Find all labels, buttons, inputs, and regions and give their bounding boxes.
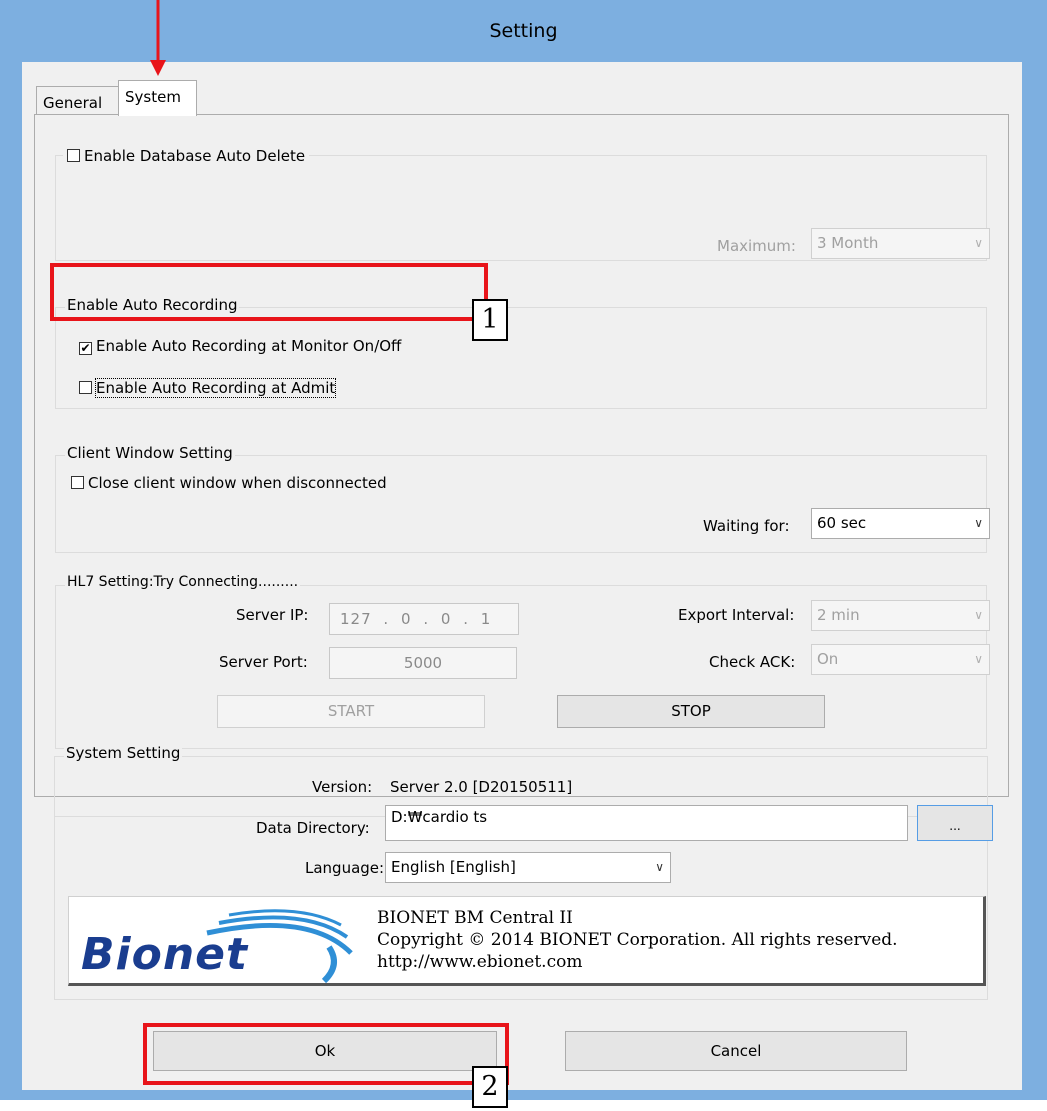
- server-ip-dot: .: [463, 610, 469, 628]
- annotation-box-1: [50, 263, 488, 321]
- database-auto-delete-header: Enable Database Auto Delete: [63, 147, 310, 165]
- chevron-down-icon: ∨: [655, 860, 664, 874]
- annotation-badge-1: 1: [472, 299, 508, 341]
- server-ip-part: 1: [480, 610, 492, 628]
- auto-recording-admit-label: Enable Auto Recording at Admit: [94, 378, 337, 398]
- close-client-window-checkbox[interactable]: [71, 476, 84, 489]
- annotation-arrow-icon: [150, 0, 166, 76]
- system-tab-panel: Enable Database Auto Delete Maximum: 3 M…: [34, 114, 1009, 817]
- waiting-for-label: Waiting for:: [703, 517, 790, 535]
- export-interval-value: 2 min: [817, 606, 860, 624]
- version-value: Server 2.0 [D20150511]: [390, 778, 573, 796]
- tab-system[interactable]: System: [118, 80, 197, 116]
- waiting-for-value: 60 sec: [817, 514, 867, 532]
- start-button[interactable]: START: [217, 695, 485, 728]
- data-directory-field[interactable]: D:₩cardio ts: [385, 805, 908, 841]
- data-directory-label: Data Directory:: [256, 819, 370, 837]
- server-ip-dot: .: [383, 610, 390, 628]
- auto-recording-monitor-label: Enable Auto Recording at Monitor On/Off: [96, 337, 402, 355]
- export-interval-label: Export Interval:: [678, 606, 795, 624]
- maximum-label: Maximum:: [717, 237, 796, 255]
- auto-recording-admit-checkbox[interactable]: [79, 381, 92, 394]
- server-ip-field[interactable]: 127 . 0 . 0 . 1: [329, 603, 519, 635]
- client-window-group-title: Client Window Setting: [65, 444, 235, 462]
- about-text-block: BIONET BM Central II Copyright © 2014 BI…: [377, 907, 898, 973]
- maximum-select[interactable]: 3 Month ∨: [811, 228, 990, 259]
- about-product: BIONET BM Central II: [377, 908, 573, 928]
- hl7-group-title: HL7 Setting:Try Connecting.........: [65, 574, 301, 590]
- server-ip-part: 0: [440, 610, 452, 628]
- auto-recording-monitor-option[interactable]: ✔ Enable Auto Recording at Monitor On/Off: [79, 337, 401, 355]
- check-ack-value: On: [817, 650, 839, 668]
- server-port-field[interactable]: 5000: [329, 647, 517, 679]
- chevron-down-icon: ∨: [974, 608, 983, 622]
- system-setting-group-title: System Setting: [64, 744, 183, 762]
- about-banner: Bionet BIONET BM Central II Copyright © …: [68, 896, 986, 986]
- server-ip-part: 127: [340, 610, 372, 628]
- chevron-down-icon: ∨: [974, 652, 983, 666]
- enable-database-auto-delete-checkbox[interactable]: [67, 149, 80, 162]
- setting-window: Setting General System Enable Database A…: [0, 0, 1047, 1100]
- data-directory-value: D:₩cardio ts: [391, 808, 488, 826]
- server-ip-dot: .: [423, 610, 430, 628]
- check-ack-select[interactable]: On ∨: [811, 644, 990, 675]
- bionet-logo-text: Bionet: [81, 929, 249, 980]
- server-ip-label: Server IP:: [236, 606, 309, 624]
- language-value: English [English]: [391, 858, 516, 876]
- stop-button[interactable]: STOP: [557, 695, 825, 728]
- enable-database-auto-delete-label: Enable Database Auto Delete: [84, 147, 306, 165]
- language-select[interactable]: English [English] ∨: [385, 852, 671, 883]
- tab-general[interactable]: General: [36, 86, 119, 116]
- maximum-value: 3 Month: [817, 234, 879, 252]
- language-label: Language:: [305, 859, 385, 877]
- server-port-label: Server Port:: [219, 653, 308, 671]
- auto-recording-admit-option[interactable]: Enable Auto Recording at Admit: [79, 378, 337, 398]
- waiting-for-select[interactable]: 60 sec ∨: [811, 508, 990, 539]
- server-port-value: 5000: [403, 654, 443, 672]
- browse-button[interactable]: ...: [917, 805, 993, 841]
- annotation-badge-2: 2: [472, 1066, 508, 1108]
- annotation-box-2: [143, 1023, 509, 1085]
- cancel-button[interactable]: Cancel: [565, 1031, 907, 1071]
- check-ack-label: Check ACK:: [709, 653, 796, 671]
- close-client-option[interactable]: Close client window when disconnected: [71, 474, 387, 492]
- dialog-client-area: General System Enable Database Auto Dele…: [22, 62, 1022, 1090]
- auto-recording-monitor-checkbox[interactable]: ✔: [79, 342, 92, 355]
- server-ip-part: 0: [400, 610, 412, 628]
- close-client-window-label: Close client window when disconnected: [88, 474, 387, 492]
- chevron-down-icon: ∨: [974, 516, 983, 530]
- about-url: http://www.ebionet.com: [377, 952, 583, 972]
- version-label: Version:: [312, 778, 373, 796]
- export-interval-select[interactable]: 2 min ∨: [811, 600, 990, 631]
- chevron-down-icon: ∨: [974, 236, 983, 250]
- about-copyright: Copyright © 2014 BIONET Corporation. All…: [377, 930, 898, 950]
